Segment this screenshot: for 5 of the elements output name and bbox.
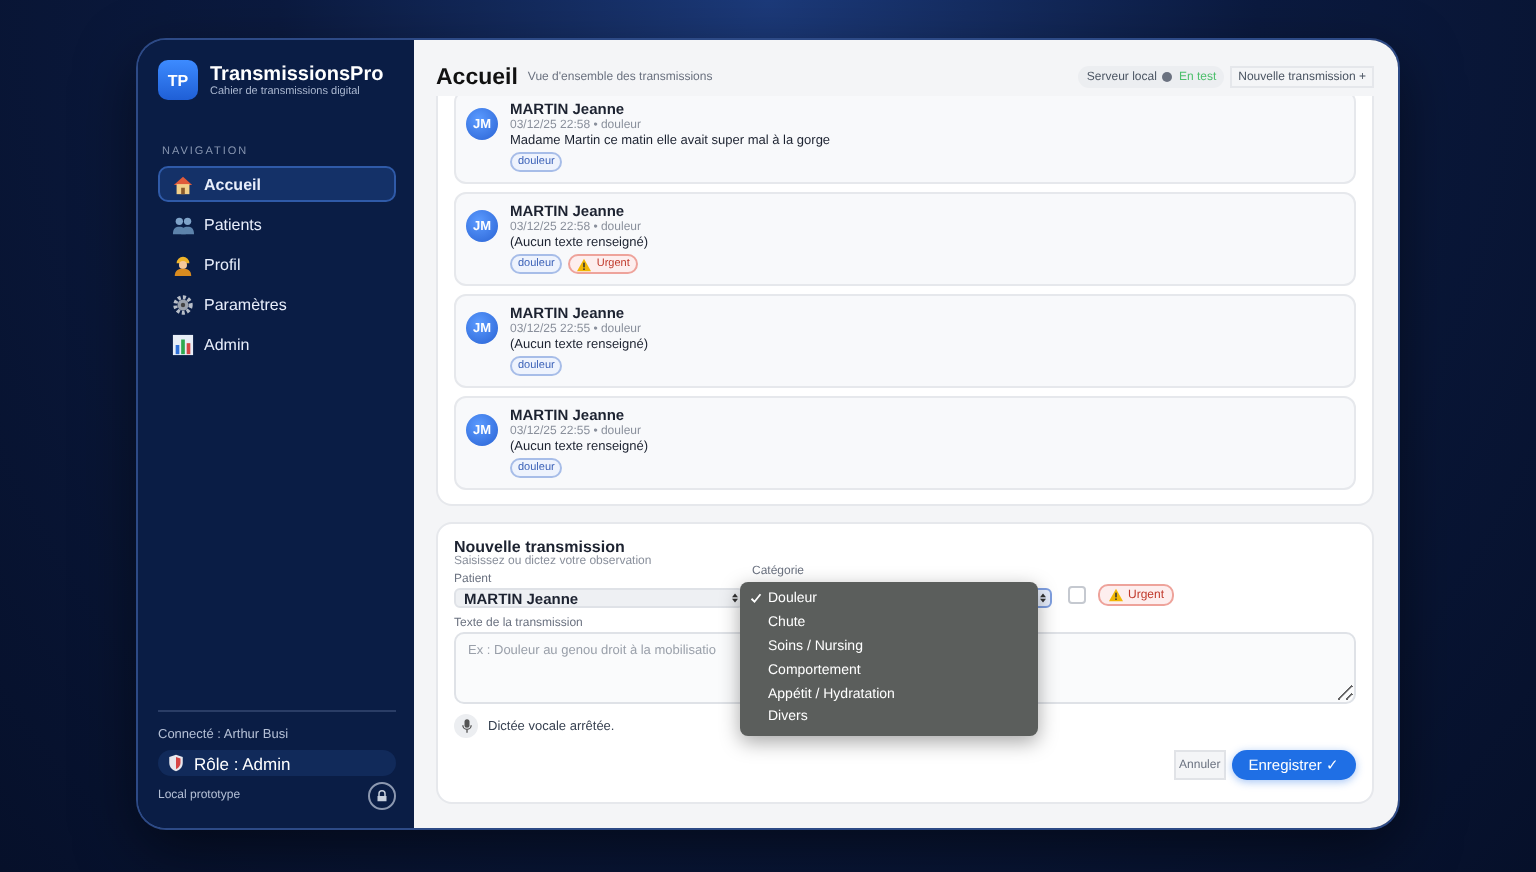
role-badge: Rôle : Admin bbox=[158, 750, 396, 776]
page-title: Accueil bbox=[436, 65, 518, 89]
app-name: TransmissionsPro bbox=[210, 63, 384, 85]
app-logo: TP bbox=[158, 60, 198, 100]
form-title: Nouvelle transmission bbox=[454, 538, 625, 556]
